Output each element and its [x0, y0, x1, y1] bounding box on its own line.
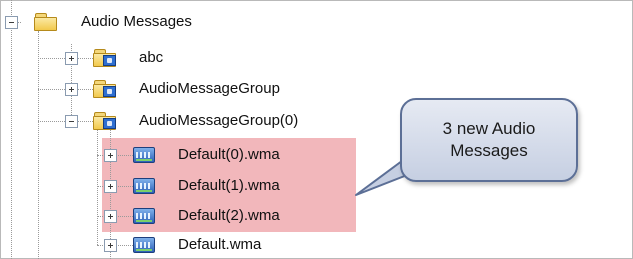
- tree-line: [11, 0, 12, 259]
- collapse-toggle[interactable]: [65, 115, 78, 128]
- wma-icon: [133, 178, 155, 194]
- wma-icon: [133, 208, 155, 224]
- tree-item-label: Default.wma: [178, 236, 262, 253]
- expand-toggle[interactable]: [65, 52, 78, 65]
- folder-icon: [93, 79, 117, 99]
- tree-item-label: Default(0).wma: [178, 146, 280, 163]
- folder-icon: [93, 48, 117, 68]
- tree-item-label: Default(2).wma: [178, 207, 280, 224]
- callout-bubble: 3 new Audio Messages: [400, 98, 578, 182]
- tree-item-label: Default(1).wma: [178, 177, 280, 194]
- tree-line: [38, 31, 39, 259]
- expand-toggle[interactable]: [104, 149, 117, 162]
- wma-icon: [133, 237, 155, 253]
- tree-item-label: AudioMessageGroup: [139, 80, 280, 97]
- wma-icon: [133, 147, 155, 163]
- tree-item-label: AudioMessageGroup(0): [139, 112, 299, 129]
- folder-icon: [34, 12, 58, 32]
- expand-toggle[interactable]: [104, 239, 117, 252]
- tree-item-label: abc: [139, 49, 164, 66]
- callout-text: 3 new Audio Messages: [442, 119, 536, 160]
- collapse-toggle[interactable]: [5, 16, 18, 29]
- tree-line: [97, 130, 98, 245]
- expand-toggle[interactable]: [104, 180, 117, 193]
- expand-toggle[interactable]: [65, 83, 78, 96]
- tree-item-label: Audio Messages: [81, 13, 192, 30]
- expand-toggle[interactable]: [104, 210, 117, 223]
- folder-icon: [93, 111, 117, 131]
